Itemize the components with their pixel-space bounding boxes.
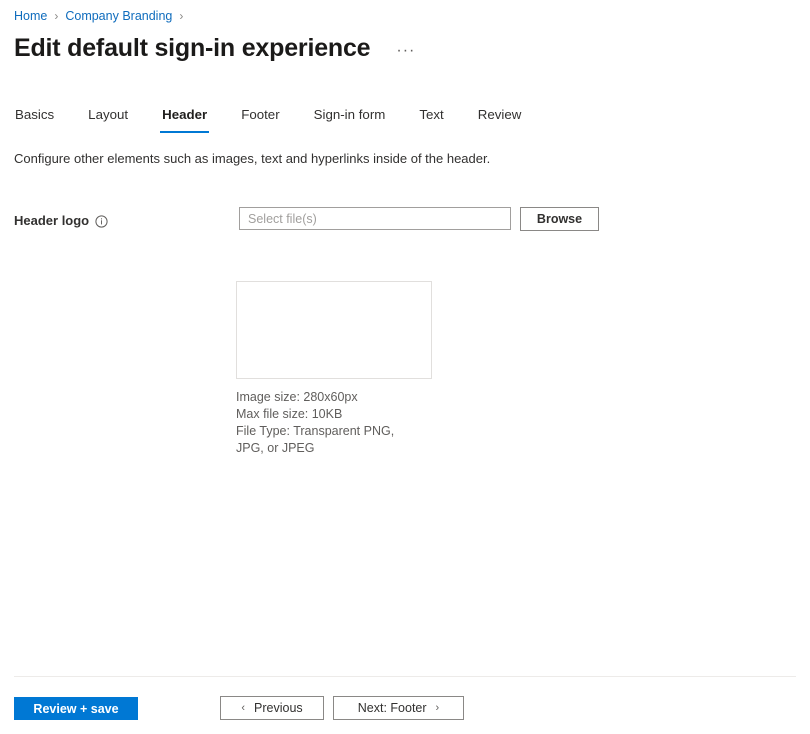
breadcrumb: Home › Company Branding › bbox=[14, 7, 190, 25]
chevron-left-icon: ‹ bbox=[241, 703, 245, 714]
tab-header[interactable]: Header bbox=[160, 105, 209, 133]
wizard-tabs: Basics Layout Header Footer Sign-in form… bbox=[13, 105, 523, 135]
footer-divider bbox=[14, 676, 796, 677]
tab-label: Basics bbox=[15, 107, 54, 122]
breadcrumb-separator-icon: › bbox=[179, 7, 183, 25]
chevron-right-icon: › bbox=[436, 703, 440, 714]
max-file-size-text: Max file size: 10KB bbox=[236, 406, 416, 423]
header-logo-label-group: Header logo bbox=[14, 212, 108, 230]
tab-label: Review bbox=[478, 107, 522, 122]
browse-button[interactable]: Browse bbox=[520, 207, 599, 231]
breadcrumb-item-home[interactable]: Home bbox=[14, 7, 47, 25]
info-icon[interactable] bbox=[95, 215, 108, 228]
header-logo-file-input[interactable] bbox=[239, 207, 511, 230]
tab-layout[interactable]: Layout bbox=[86, 105, 130, 133]
header-logo-requirements: Image size: 280x60px Max file size: 10KB… bbox=[236, 389, 416, 457]
section-description: Configure other elements such as images,… bbox=[14, 150, 490, 168]
image-size-text: Image size: 280x60px bbox=[236, 389, 416, 406]
review-and-save-button[interactable]: Review + save bbox=[14, 697, 138, 720]
tab-label: Header bbox=[162, 107, 207, 122]
page-title: Edit default sign-in experience bbox=[14, 32, 370, 64]
previous-button[interactable]: ‹ Previous bbox=[220, 696, 324, 720]
tab-footer[interactable]: Footer bbox=[239, 105, 281, 133]
tab-label: Sign-in form bbox=[314, 107, 386, 122]
breadcrumb-item-company-branding[interactable]: Company Branding bbox=[65, 7, 172, 25]
file-type-text: File Type: Transparent PNG, JPG, or JPEG bbox=[236, 423, 416, 457]
previous-button-label: Previous bbox=[254, 701, 303, 715]
header-logo-label: Header logo bbox=[14, 212, 89, 230]
page-title-row: Edit default sign-in experience ··· bbox=[14, 32, 419, 64]
tab-sign-in-form[interactable]: Sign-in form bbox=[312, 105, 388, 133]
next-button-label: Next: Footer bbox=[358, 701, 427, 715]
breadcrumb-separator-icon: › bbox=[54, 7, 58, 25]
more-options-icon[interactable]: ··· bbox=[392, 40, 419, 62]
header-logo-preview bbox=[236, 281, 432, 379]
tab-review[interactable]: Review bbox=[476, 105, 524, 133]
tab-basics[interactable]: Basics bbox=[13, 105, 56, 133]
next-footer-button[interactable]: Next: Footer › bbox=[333, 696, 464, 720]
tab-label: Text bbox=[419, 107, 443, 122]
tab-text[interactable]: Text bbox=[417, 105, 445, 133]
tab-label: Footer bbox=[241, 107, 279, 122]
tab-label: Layout bbox=[88, 107, 128, 122]
